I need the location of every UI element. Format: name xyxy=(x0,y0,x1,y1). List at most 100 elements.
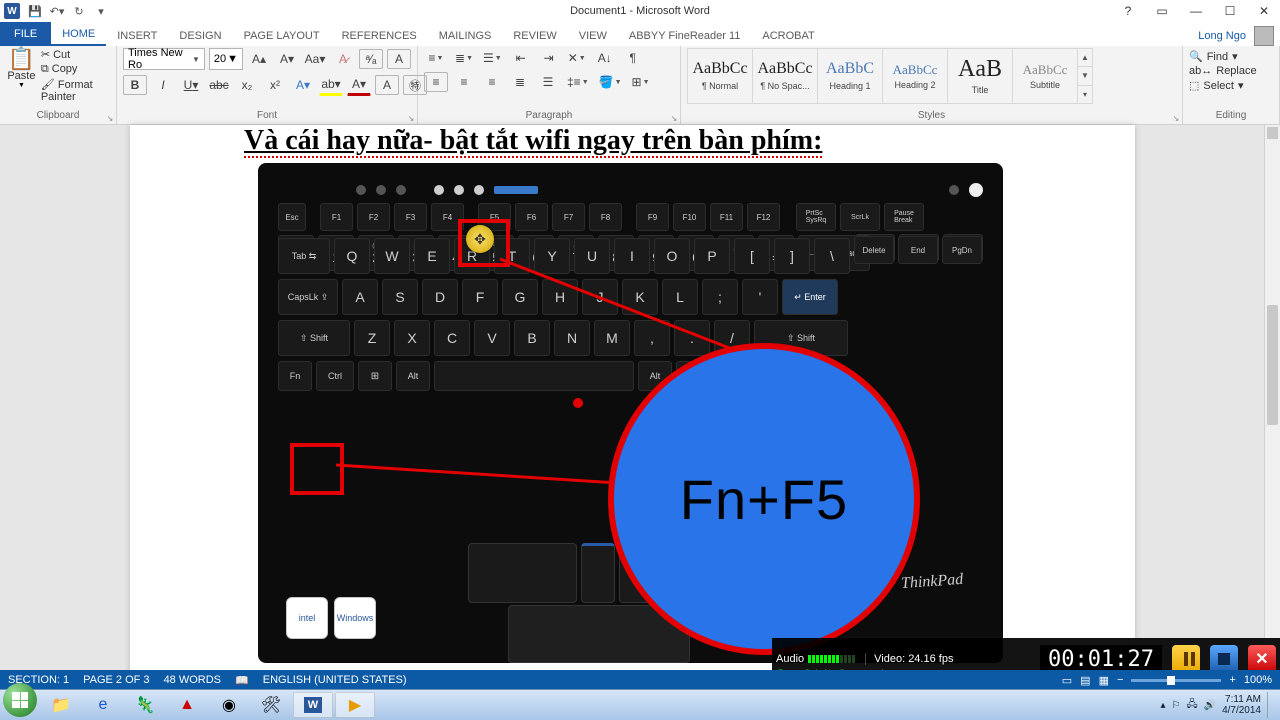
replace-button[interactable]: ab↔ Replace xyxy=(1189,65,1273,77)
borders-icon[interactable]: ⊞▼ xyxy=(629,72,653,92)
font-color-icon[interactable]: A▾ xyxy=(347,74,371,96)
proofing-icon[interactable]: 📖 xyxy=(235,674,249,687)
recorder-stop-button[interactable] xyxy=(1210,645,1238,673)
tray-overflow-icon[interactable]: ▴ xyxy=(1160,700,1165,711)
qat-dropdown-icon[interactable]: ▾ xyxy=(94,4,108,18)
show-marks-icon[interactable]: ¶ xyxy=(621,48,645,68)
font-launcher-icon[interactable]: ↘ xyxy=(406,113,416,123)
change-case-icon[interactable]: Aa▾ xyxy=(303,49,327,69)
phonetic-icon[interactable]: ᵃ⁄ₐ xyxy=(359,49,383,69)
align-right-icon[interactable]: ≡ xyxy=(480,72,504,92)
tab-design[interactable]: DESIGN xyxy=(168,26,232,46)
distributed-icon[interactable]: ☰ xyxy=(536,72,560,92)
tab-acrobat[interactable]: ACROBAT xyxy=(751,26,825,46)
tab-page-layout[interactable]: PAGE LAYOUT xyxy=(233,26,331,46)
format-painter-button[interactable]: 🖌 Format Painter xyxy=(41,78,110,103)
shading-icon[interactable]: 🪣▼ xyxy=(596,72,625,92)
taskbar-word-icon[interactable]: W xyxy=(293,692,333,718)
highlight-icon[interactable]: ab▾ xyxy=(319,74,343,96)
text-effects-icon[interactable]: A▾ xyxy=(291,75,315,95)
asian-layout-icon[interactable]: ✕▼ xyxy=(565,48,589,68)
subscript-button[interactable]: x₂ xyxy=(235,75,259,95)
minimize-button[interactable]: — xyxy=(1182,1,1210,21)
line-spacing-icon[interactable]: ‡≡▼ xyxy=(564,72,592,92)
user-avatar-icon[interactable] xyxy=(1254,26,1274,46)
styles-launcher-icon[interactable]: ↘ xyxy=(1171,113,1181,123)
file-tab[interactable]: FILE xyxy=(0,22,51,46)
sort-icon[interactable]: A↓ xyxy=(593,48,617,68)
font-family-select[interactable]: Times New Ro▼ xyxy=(123,48,205,70)
zoom-level[interactable]: 100% xyxy=(1244,674,1272,686)
style-item[interactable]: AaBbCcHeading 2 xyxy=(882,48,948,104)
zoom-in-icon[interactable]: + xyxy=(1229,674,1235,686)
tray-flag-icon[interactable]: ⚐ xyxy=(1171,700,1180,711)
styles-gallery[interactable]: AaBbCc¶ NormalAaBbCc¶ No Spac...AaBbCHea… xyxy=(687,48,1176,104)
tray-volume-icon[interactable]: 🔊 xyxy=(1204,700,1216,711)
align-left-icon[interactable]: ≡ xyxy=(424,72,448,92)
tab-abbyy[interactable]: ABBYY FineReader 11 xyxy=(618,26,752,46)
tray-clock[interactable]: 7:11 AM 4/7/2014 xyxy=(1222,694,1261,716)
style-item[interactable]: AaBbCHeading 1 xyxy=(817,48,883,104)
paste-button[interactable]: 📋 Paste ▼ xyxy=(6,48,37,89)
strike-button[interactable]: abc xyxy=(207,75,231,95)
style-item[interactable]: AaBbCcSubtitle xyxy=(1012,48,1078,104)
taskbar-tool-icon[interactable]: 🛠 xyxy=(251,692,291,718)
ribbon-options-icon[interactable]: ▭ xyxy=(1148,1,1176,21)
show-desktop-button[interactable] xyxy=(1267,692,1276,718)
start-button[interactable] xyxy=(0,680,40,720)
italic-button[interactable]: I xyxy=(151,75,175,95)
superscript-button[interactable]: x² xyxy=(263,75,287,95)
bullets-icon[interactable]: ≡▼ xyxy=(424,48,448,68)
web-layout-icon[interactable]: ▦ xyxy=(1099,674,1109,687)
shrink-font-icon[interactable]: A▾ xyxy=(275,49,299,69)
copy-button[interactable]: ⧉ Copy xyxy=(41,63,110,76)
recorder-pause-button[interactable] xyxy=(1172,645,1200,673)
taskbar-notepadpp-icon[interactable]: 🦎 xyxy=(125,692,165,718)
save-icon[interactable]: 💾 xyxy=(28,4,42,18)
clipboard-launcher-icon[interactable]: ↘ xyxy=(105,113,115,123)
styles-more-icon[interactable]: ▾ xyxy=(1078,86,1092,103)
tab-insert[interactable]: INSERT xyxy=(106,26,168,46)
redo-icon[interactable]: ↻ xyxy=(72,4,86,18)
tab-review[interactable]: REVIEW xyxy=(502,26,567,46)
zoom-slider[interactable] xyxy=(1131,679,1221,682)
find-button[interactable]: 🔍 Find ▾ xyxy=(1189,50,1273,63)
scroll-up-icon[interactable] xyxy=(1267,127,1278,139)
char-shading-icon[interactable]: A xyxy=(375,75,399,95)
status-page[interactable]: PAGE 2 OF 3 xyxy=(83,674,149,686)
clear-formatting-icon[interactable]: A̷ xyxy=(331,49,355,69)
status-words[interactable]: 48 WORDS xyxy=(164,674,221,686)
grow-font-icon[interactable]: A▴ xyxy=(247,49,271,69)
styles-scroll-down-icon[interactable]: ▼ xyxy=(1078,67,1092,85)
taskbar-mediaplayer-icon[interactable]: ▶ xyxy=(335,692,375,718)
tab-mailings[interactable]: MAILINGS xyxy=(428,26,503,46)
numbering-icon[interactable]: ≣▼ xyxy=(452,48,476,68)
taskbar-acrobat-icon[interactable]: ▲ xyxy=(167,692,207,718)
align-center-icon[interactable]: ≡ xyxy=(452,72,476,92)
cut-button[interactable]: ✂ Cut xyxy=(41,48,110,61)
tab-references[interactable]: REFERENCES xyxy=(331,26,428,46)
document-area[interactable]: Và cái hay nữa- bật tắt wifi ngay trên b… xyxy=(0,125,1280,720)
help-icon[interactable]: ? xyxy=(1114,1,1142,21)
select-button[interactable]: ⬚ Select ▾ xyxy=(1189,79,1273,92)
read-mode-icon[interactable]: ▭ xyxy=(1062,674,1072,687)
vertical-scrollbar[interactable] xyxy=(1264,125,1280,670)
style-item[interactable]: AaBbCc¶ No Spac... xyxy=(752,48,818,104)
increase-indent-icon[interactable]: ⇥ xyxy=(537,48,561,68)
taskbar-chrome-icon[interactable]: ◉ xyxy=(209,692,249,718)
user-name[interactable]: Long Ngo xyxy=(1198,30,1246,42)
char-border-icon[interactable]: A xyxy=(387,49,411,69)
style-item[interactable]: AaBTitle xyxy=(947,48,1013,104)
tab-home[interactable]: HOME xyxy=(51,24,106,46)
maximize-button[interactable]: ☐ xyxy=(1216,1,1244,21)
decrease-indent-icon[interactable]: ⇤ xyxy=(509,48,533,68)
taskbar-explorer-icon[interactable]: 📁 xyxy=(41,692,81,718)
font-size-select[interactable]: 20▼ xyxy=(209,48,243,70)
underline-button[interactable]: U▾ xyxy=(179,75,203,95)
tray-network-icon[interactable]: 🖧 xyxy=(1186,697,1197,714)
tab-view[interactable]: VIEW xyxy=(568,26,618,46)
status-language[interactable]: ENGLISH (UNITED STATES) xyxy=(263,674,407,686)
styles-scroll-up-icon[interactable]: ▲ xyxy=(1078,49,1092,67)
recorder-close-button[interactable] xyxy=(1248,645,1276,673)
print-layout-icon[interactable]: ▤ xyxy=(1080,674,1090,687)
